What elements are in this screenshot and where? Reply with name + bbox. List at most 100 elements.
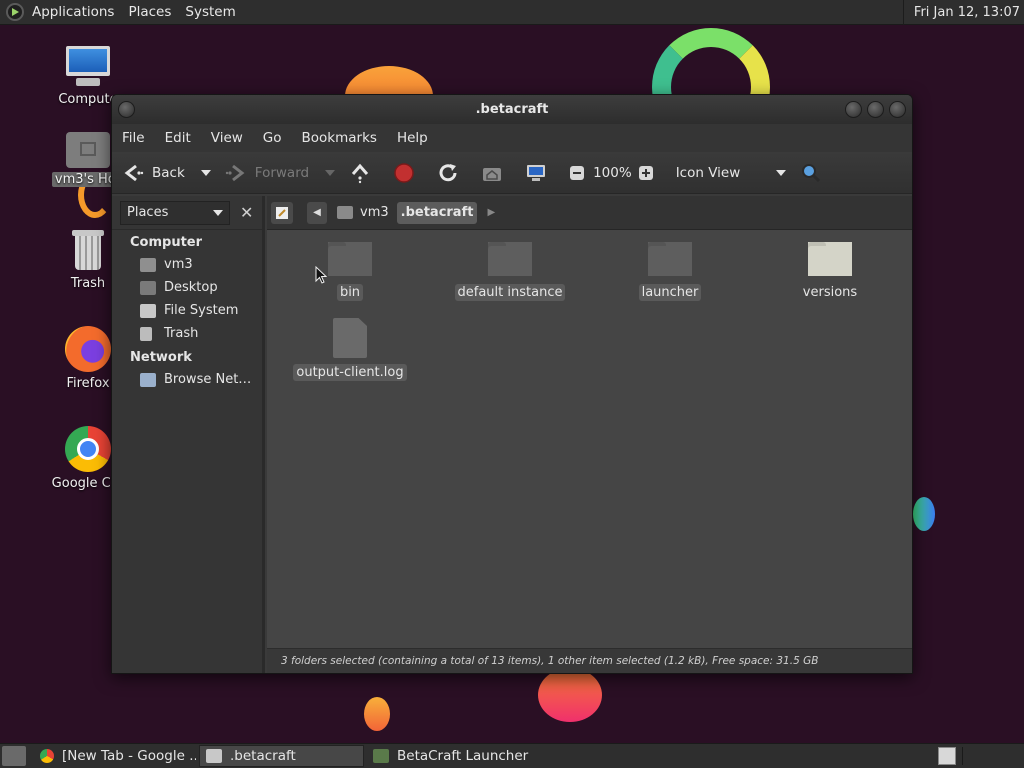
path-scroll-left-icon[interactable]: ◀ <box>307 201 327 224</box>
wallpaper-blue-blob <box>913 497 935 531</box>
forward-label: Forward <box>254 164 310 181</box>
home-button[interactable] <box>481 162 511 184</box>
wallpaper-pink-blob <box>538 668 602 722</box>
task-chrome[interactable]: [New Tab - Google ... <box>34 745 196 767</box>
menu-file[interactable]: File <box>122 130 145 146</box>
path-segment-betacraft[interactable]: .betacraft <box>396 201 478 224</box>
sidebar-item-label: Trash <box>164 326 199 341</box>
chevron-down-icon <box>213 209 223 216</box>
home-icon <box>140 257 156 272</box>
zoom-level: 100% <box>593 164 632 181</box>
panel-menu-system[interactable]: System <box>185 4 235 20</box>
sidebar-mode-label: Places <box>127 205 169 220</box>
view-mode-select[interactable]: Icon View <box>676 165 786 181</box>
path-segment-label: vm3 <box>360 205 389 220</box>
workspace-switcher[interactable] <box>938 747 956 765</box>
menu-view[interactable]: View <box>211 130 243 146</box>
sidebar-mode-select[interactable]: Places <box>120 200 230 225</box>
menu-logo-icon[interactable] <box>6 3 24 21</box>
window-menu-icon[interactable] <box>118 101 135 118</box>
file-item-label: bin <box>336 284 364 301</box>
close-icon[interactable] <box>889 101 906 118</box>
panel-menu-applications[interactable]: Applications <box>32 4 114 20</box>
show-desktop-icon[interactable] <box>2 746 26 766</box>
desktop-icon-label: Firefox <box>66 376 110 391</box>
sidebar-item-vm3[interactable]: vm3 <box>112 253 262 276</box>
desktop-icon <box>140 280 156 295</box>
top-panel: Applications Places System Fri Jan 12, 1… <box>0 0 1024 25</box>
path-segment-vm3[interactable]: vm3 <box>333 202 393 224</box>
file-item-versions[interactable]: versions <box>755 242 905 301</box>
file-item-default-instance[interactable]: default instance <box>435 242 585 301</box>
zoom-in-button[interactable] <box>638 165 662 181</box>
sidebar-item-file-system[interactable]: File System <box>112 299 262 322</box>
search-button[interactable] <box>800 162 830 184</box>
betacraft-icon <box>373 749 389 763</box>
panel-menu-places[interactable]: Places <box>128 4 171 20</box>
forward-arrow-icon <box>225 162 247 184</box>
stop-button[interactable] <box>393 162 423 184</box>
back-button[interactable]: Back <box>122 162 211 184</box>
task-betacraft-launcher[interactable]: BetaCraft Launcher ... <box>367 745 532 767</box>
file-item-label: output-client.log <box>293 364 407 381</box>
zoom-out-button[interactable]: 100% <box>569 165 632 181</box>
sidebar-section-computer: Computer <box>130 235 203 250</box>
task-label: [New Tab - Google ... <box>62 748 196 764</box>
up-button[interactable] <box>349 162 379 184</box>
sidebar-item-label: File System <box>164 303 239 318</box>
menu-bookmarks[interactable]: Bookmarks <box>302 130 377 146</box>
drive-icon <box>140 303 156 318</box>
up-arrow-icon <box>349 162 371 184</box>
chrome-icon <box>65 426 111 472</box>
computer-icon <box>525 162 547 184</box>
window-titlebar[interactable]: .betacraft <box>112 95 912 124</box>
sidebar-item-browse-network[interactable]: Browse Net… <box>112 368 262 391</box>
menu-help[interactable]: Help <box>397 130 428 146</box>
desktop-icon-label: Trash <box>70 276 106 291</box>
window-title: .betacraft <box>475 102 549 117</box>
file-item-output-client-log[interactable]: output-client.log <box>275 318 425 381</box>
task-betacraft-folder[interactable]: .betacraft <box>199 745 364 767</box>
minimize-icon[interactable] <box>845 101 862 118</box>
back-label: Back <box>152 164 185 181</box>
menu-edit[interactable]: Edit <box>165 130 191 146</box>
sidebar-item-trash[interactable]: Trash <box>112 322 262 345</box>
sidebar-item-label: Browse Net… <box>164 372 252 387</box>
chevron-down-icon <box>775 169 786 176</box>
reload-button[interactable] <box>437 162 467 184</box>
computer-button[interactable] <box>525 162 555 184</box>
home-folder-icon <box>66 128 110 168</box>
file-item-bin[interactable]: bin <box>275 242 425 301</box>
folder-icon <box>206 749 222 763</box>
chrome-icon <box>40 749 54 763</box>
file-item-launcher[interactable]: launcher <box>595 242 745 301</box>
stop-icon <box>393 162 415 184</box>
status-bar: 3 folders selected (containing a total o… <box>267 648 912 673</box>
firefox-icon <box>65 326 111 372</box>
toolbar: Back Forward 100% Icon View <box>112 152 912 194</box>
sidebar: Places ✕ Computer vm3 Desktop File Syste… <box>112 196 265 673</box>
desktop-icon-label: Compute <box>58 92 118 107</box>
folder-icon <box>648 242 692 276</box>
home-icon <box>481 162 503 184</box>
back-history-dropdown-icon[interactable] <box>200 169 211 176</box>
computer-icon <box>64 46 112 88</box>
path-scroll-right-icon[interactable]: ▶ <box>487 207 495 218</box>
folder-icon <box>488 242 532 276</box>
file-view[interactable]: bin default instance launcher versions o… <box>267 230 912 648</box>
panel-clock[interactable]: Fri Jan 12, 13:07 <box>902 0 1024 25</box>
close-sidebar-icon[interactable]: ✕ <box>240 203 253 222</box>
home-icon <box>337 206 353 219</box>
forward-button[interactable]: Forward <box>225 162 336 184</box>
mouse-pointer-icon <box>315 266 327 284</box>
menu-go[interactable]: Go <box>263 130 282 146</box>
workspace-switcher-empty[interactable] <box>962 747 1020 765</box>
forward-history-dropdown-icon[interactable] <box>325 169 336 176</box>
edit-location-icon[interactable] <box>271 201 293 224</box>
folder-icon <box>328 242 372 276</box>
maximize-icon[interactable] <box>867 101 884 118</box>
menubar: File Edit View Go Bookmarks Help <box>112 124 912 152</box>
taskbar: [New Tab - Google ... .betacraft BetaCra… <box>0 743 1024 768</box>
trash-icon <box>70 228 106 272</box>
sidebar-item-desktop[interactable]: Desktop <box>112 276 262 299</box>
